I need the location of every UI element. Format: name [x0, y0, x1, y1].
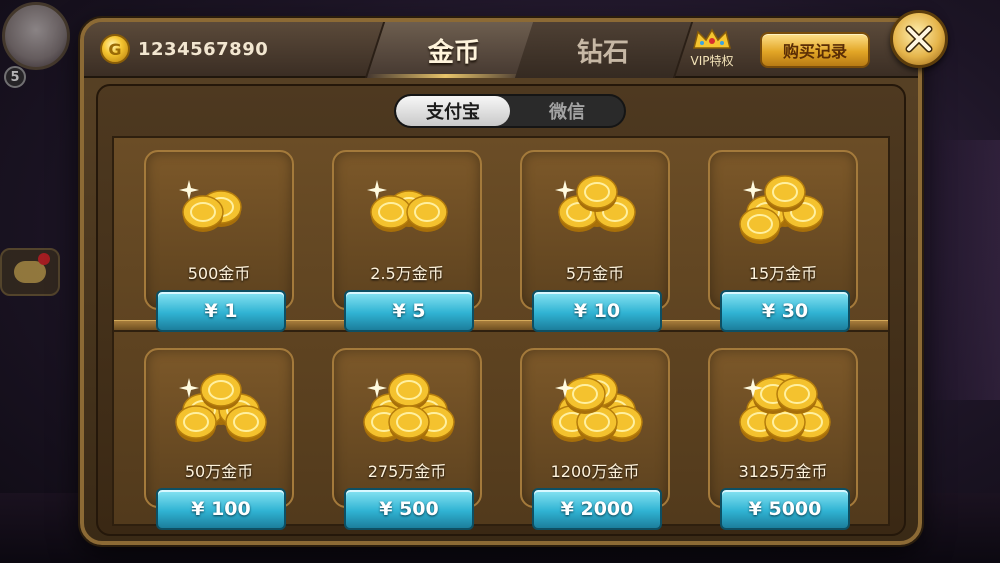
tab-gold-label: 金币: [427, 37, 480, 68]
buy-price-button[interactable]: ¥ 5000: [720, 488, 850, 530]
product-card[interactable]: 500金币 ¥ 1: [144, 150, 294, 332]
product-amount: 5万金币: [565, 264, 625, 283]
buy-price-button[interactable]: ¥ 500: [344, 488, 474, 530]
coin-pile-icon: [551, 373, 643, 442]
buy-price-button[interactable]: ¥ 100: [156, 488, 286, 530]
product-amount: 1200万金币: [550, 462, 640, 481]
coin-pile-icon: [367, 180, 448, 232]
product-card[interactable]: 50万金币 ¥ 100: [144, 348, 294, 530]
coin-pile-icon: [555, 175, 636, 232]
gold-coin-icon: G: [100, 34, 130, 64]
coin-pile-icon: [175, 373, 267, 442]
product-grid: 500金币 ¥ 1 2.5万金币 ¥ 5 5万金币 ¥ 10 15万金币 ¥ 30 50万金币 ¥…: [132, 106, 872, 530]
product-amount: 500金币: [187, 264, 251, 283]
buy-price-button[interactable]: ¥ 30: [720, 290, 850, 332]
background-level-badge: 5: [4, 66, 26, 88]
crown-icon: [692, 28, 732, 50]
buy-price-button[interactable]: ¥ 1: [156, 290, 286, 332]
shop-top-bar: G 1234567890 金币 钻石 VIP特权 购买记录: [84, 22, 918, 78]
product-card[interactable]: 2.5万金币 ¥ 5: [332, 150, 482, 332]
shop-panel: G 1234567890 金币 钻石 VIP特权 购买记录 支付宝 微信 500…: [80, 18, 922, 545]
product-card[interactable]: 5万金币 ¥ 10: [520, 150, 670, 332]
product-amount: 15万金币: [748, 264, 818, 283]
buy-price-button[interactable]: ¥ 5: [344, 290, 474, 332]
coin-pile-icon: [739, 175, 824, 244]
vip-label: VIP特权: [690, 54, 734, 68]
background-avatar: [2, 2, 70, 70]
product-amount: 275万金币: [367, 462, 447, 481]
tab-diamond-label: 钻石: [576, 37, 629, 68]
buy-price-button[interactable]: ¥ 2000: [532, 488, 662, 530]
coin-pile-icon: [363, 373, 455, 442]
product-amount: 3125万金币: [738, 462, 828, 481]
tab-diamond[interactable]: 钻石: [514, 22, 694, 78]
product-card[interactable]: 3125万金币 ¥ 5000: [708, 348, 858, 530]
product-card[interactable]: 15万金币 ¥ 30: [708, 150, 858, 332]
coin-balance: G 1234567890: [100, 32, 268, 66]
product-card[interactable]: 275万金币 ¥ 500: [332, 348, 482, 530]
background-decoration: [930, 140, 1000, 400]
coin-pile-icon: [179, 180, 242, 232]
close-icon: [905, 25, 933, 53]
purchase-history-button[interactable]: 购买记录: [760, 32, 870, 68]
product-amount: 2.5万金币: [370, 264, 444, 283]
coin-balance-value: 1234567890: [138, 38, 269, 60]
background-chat-icon: [0, 248, 60, 296]
vip-privilege[interactable]: VIP特权: [684, 28, 740, 72]
product-card[interactable]: 1200万金币 ¥ 2000: [520, 348, 670, 530]
buy-price-button[interactable]: ¥ 10: [532, 290, 662, 332]
product-amount: 50万金币: [184, 462, 254, 481]
close-button[interactable]: [890, 10, 948, 68]
coin-pile-icon: [739, 373, 831, 442]
